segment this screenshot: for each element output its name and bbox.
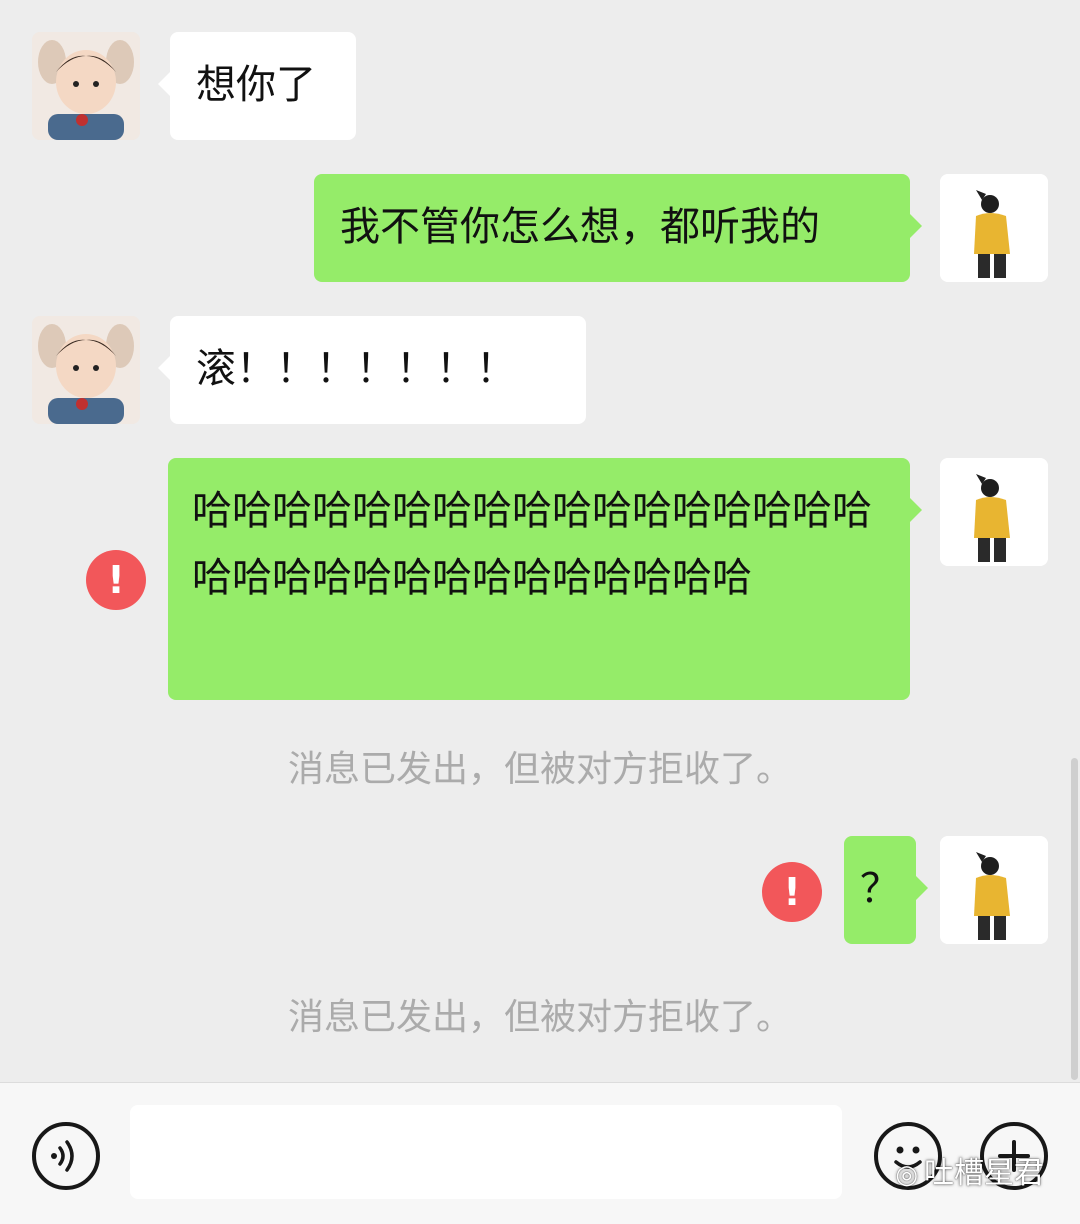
watermark: ◎ 吐槽星君	[895, 1156, 1044, 1193]
received-message[interactable]: 想你了	[158, 32, 356, 140]
sent-message[interactable]: ？	[844, 836, 928, 944]
message-text: ？	[860, 866, 900, 912]
message-text: 滚！！！！！！！	[196, 346, 516, 392]
message-input[interactable]	[130, 1105, 842, 1199]
input-bar	[0, 1082, 1080, 1224]
message-text: 我不管你怎么想，都听我的	[340, 204, 820, 250]
my-avatar[interactable]	[940, 458, 1048, 566]
sent-message[interactable]: 哈哈哈哈哈哈哈哈哈哈哈哈哈哈哈哈哈哈哈哈哈哈哈哈哈哈哈哈哈哈哈	[168, 458, 922, 700]
wechat-icon: ◎	[895, 1160, 918, 1190]
my-avatar[interactable]	[940, 836, 1048, 944]
send-failed-icon[interactable]: !	[762, 862, 822, 922]
rejected-notice: 消息已发出，但被对方拒收了。	[287, 749, 792, 790]
message-text: 想你了	[196, 62, 316, 108]
voice-icon	[51, 1140, 74, 1172]
voice-button[interactable]	[32, 1122, 100, 1190]
chat-area: 想你了 我不管你怎么想，都听我的 滚！！！！！！！ ! 哈哈哈哈哈哈哈哈哈哈哈哈…	[0, 0, 1080, 1082]
send-failed-icon[interactable]: !	[86, 550, 146, 610]
contact-avatar[interactable]	[32, 316, 140, 424]
chat-scrollbar[interactable]	[1071, 758, 1078, 1080]
contact-avatar[interactable]	[32, 32, 140, 140]
rejected-notice: 消息已发出，但被对方拒收了。	[287, 997, 792, 1038]
received-message[interactable]: 滚！！！！！！！	[158, 316, 586, 424]
sent-message[interactable]: 我不管你怎么想，都听我的	[314, 174, 922, 282]
my-avatar[interactable]	[940, 174, 1048, 282]
watermark-text: 吐槽星君	[924, 1156, 1044, 1191]
message-text: 哈哈哈哈哈哈哈哈哈哈哈哈哈哈哈哈哈哈哈哈哈哈哈哈哈哈哈哈哈哈哈	[192, 488, 872, 601]
